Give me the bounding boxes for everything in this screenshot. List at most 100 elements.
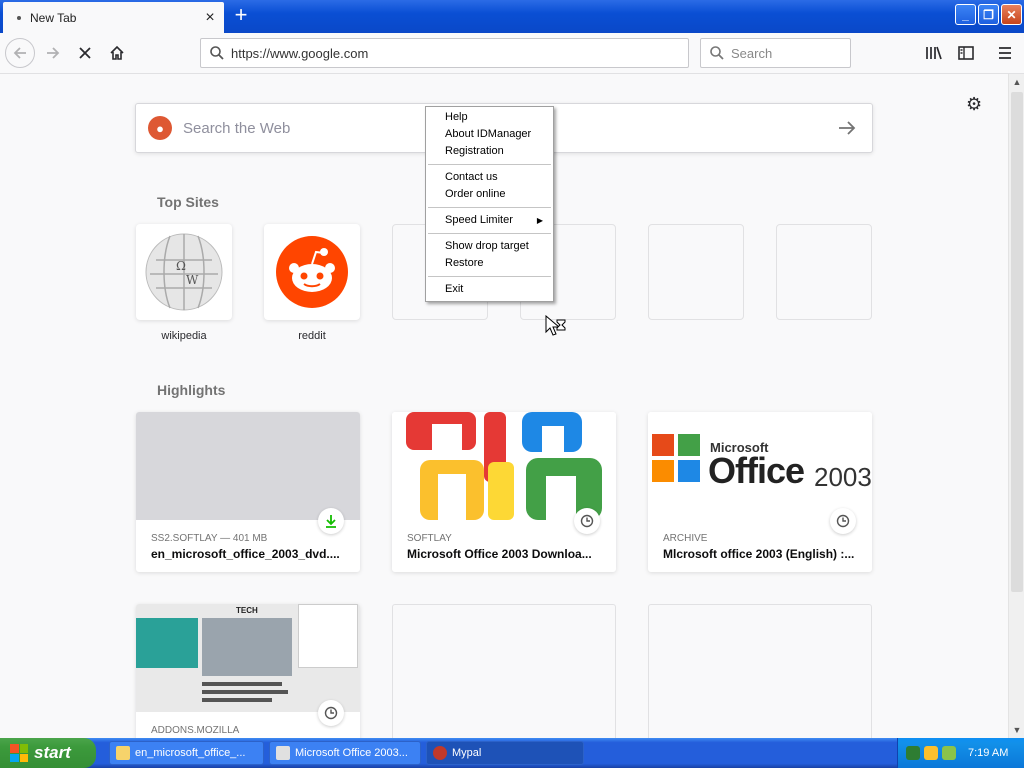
navigation-toolbar: https://www.google.com Search <box>0 33 1024 74</box>
wikipedia-tile: Ω W <box>136 224 232 320</box>
gear-icon[interactable]: ⚙ <box>966 94 982 115</box>
minimize-button[interactable]: _ <box>955 4 976 25</box>
sidebar-icon <box>958 46 974 60</box>
menu-item-restore[interactable]: Restore <box>428 255 551 272</box>
card-thumbnail: Microsoft Office 2003 <box>648 412 872 520</box>
card-thumbnail <box>392 412 616 520</box>
office-logo-year: 2003 <box>814 462 872 492</box>
highlight-card[interactable]: Microsoft Office 2003 ARCHIVE Mlcrosoft … <box>648 412 872 572</box>
task-label: Mypal <box>452 747 482 759</box>
taskbar-item-mypal[interactable]: Mypal <box>426 741 584 765</box>
back-arrow-icon <box>13 47 26 59</box>
highlight-empty <box>392 604 616 738</box>
top-site-empty <box>648 224 744 320</box>
svg-text:Ω: Ω <box>176 259 186 273</box>
highlight-card[interactable]: TECH ADDONS.MOZILLA <box>136 604 360 738</box>
highlight-empty <box>648 604 872 738</box>
tab-title: New Tab <box>30 10 77 25</box>
top-sites-heading: Top Sites <box>157 194 219 210</box>
system-tray: 7:19 AM <box>897 738 1024 768</box>
svg-text:W: W <box>186 273 199 287</box>
taskbar-item-folder[interactable]: en_microsoft_office_... <box>109 741 264 765</box>
folder-icon <box>116 746 130 760</box>
back-button[interactable] <box>5 38 35 68</box>
article-text-line <box>202 698 272 702</box>
empty-tile <box>648 224 744 320</box>
task-label: en_microsoft_office_... <box>135 747 246 759</box>
menu-item-order[interactable]: Order online <box>428 186 551 203</box>
library-icon <box>926 46 942 60</box>
highlight-card[interactable]: SOFTLAY Microsoft Office 2003 Downloa... <box>392 412 616 572</box>
idm-context-menu: Help About IDManager Registration Contac… <box>425 106 554 302</box>
menu-item-contact[interactable]: Contact us <box>428 169 551 186</box>
restore-window-button[interactable]: ❐ <box>978 4 999 25</box>
desktop: New Tab × + _ ❐ ✕ https://www.google.com… <box>0 0 1024 768</box>
wikipedia-globe-icon: Ω W <box>145 233 223 311</box>
article-text-line <box>202 682 282 686</box>
tab-close-icon[interactable]: × <box>200 8 220 28</box>
page-scrollbar[interactable]: ▲ ▼ <box>1008 74 1024 738</box>
article-text-line <box>202 690 288 694</box>
start-button[interactable]: start <box>0 738 96 768</box>
card-thumbnail <box>136 412 360 520</box>
window-icon <box>276 746 290 760</box>
library-button[interactable] <box>919 39 949 67</box>
top-site-empty <box>776 224 872 320</box>
popup-image <box>298 604 358 668</box>
card-thumbnail: TECH <box>136 604 360 712</box>
menu-item-help[interactable]: Help <box>428 109 551 126</box>
forward-button[interactable] <box>38 39 68 67</box>
search-bar[interactable]: Search <box>700 38 851 68</box>
office-2003-puzzle-image <box>406 412 602 520</box>
highlight-card[interactable]: SS2.SOFTLAY — 401 MB en_microsoft_office… <box>136 412 360 572</box>
new-tab-button[interactable]: + <box>229 4 253 28</box>
menu-item-registration[interactable]: Registration <box>428 143 551 160</box>
sidebar-button[interactable] <box>951 39 981 67</box>
close-window-button[interactable]: ✕ <box>1001 4 1022 25</box>
start-label: start <box>34 743 71 762</box>
card-title: Mlcrosoft office 2003 (English) :... <box>663 547 855 561</box>
submenu-arrow-icon: ▶ <box>536 216 543 225</box>
idm-tray-icon[interactable] <box>942 746 956 760</box>
network-icon[interactable] <box>906 746 920 760</box>
search-placeholder: Search <box>731 45 773 61</box>
reddit-tile <box>264 224 360 320</box>
menu-item-show-drop-target[interactable]: Show drop target <box>428 238 551 255</box>
office-logo-icon <box>652 434 700 482</box>
url-bar[interactable]: https://www.google.com <box>200 38 689 68</box>
scrollbar-thumb[interactable] <box>1011 92 1023 592</box>
windows-taskbar: start en_microsoft_office_... Microsoft … <box>0 738 1024 768</box>
tray-app-icon[interactable] <box>924 746 938 760</box>
top-site-wikipedia[interactable]: Ω W wikipedia <box>136 224 232 342</box>
browser-titlebar: New Tab × + _ ❐ ✕ <box>0 0 1024 33</box>
menu-item-exit[interactable]: Exit <box>428 281 551 298</box>
arrow-right-icon[interactable] <box>838 120 856 136</box>
task-label: Microsoft Office 2003... <box>295 747 408 759</box>
card-title: en_microsoft_office_2003_dvd.... <box>151 547 340 561</box>
home-button[interactable] <box>102 39 132 67</box>
menu-separator <box>428 276 551 277</box>
scroll-up-icon[interactable]: ▲ <box>1009 74 1024 90</box>
tab-new-tab[interactable]: New Tab × <box>3 2 224 33</box>
menu-item-speed-limiter[interactable]: Speed Limiter ▶ <box>428 212 551 229</box>
car-image <box>202 618 292 676</box>
mypal-icon <box>433 746 447 760</box>
stop-button[interactable] <box>70 39 100 67</box>
highlights-heading: Highlights <box>157 382 226 398</box>
download-icon <box>318 508 344 534</box>
clock[interactable]: 7:19 AM <box>968 747 1008 759</box>
reddit-logo-icon <box>276 236 348 308</box>
forward-arrow-icon <box>47 47 60 59</box>
hamburger-icon <box>999 47 1011 59</box>
top-site-reddit[interactable]: reddit <box>264 224 360 342</box>
menu-button[interactable] <box>990 39 1020 67</box>
menu-item-about[interactable]: About IDManager <box>428 126 551 143</box>
menu-separator <box>428 164 551 165</box>
home-icon <box>110 45 124 60</box>
scroll-down-icon[interactable]: ▼ <box>1009 722 1024 738</box>
tab-loading-dot <box>17 15 21 20</box>
taskbar-item-office[interactable]: Microsoft Office 2003... <box>269 741 421 765</box>
menu-item-label: Speed Limiter <box>445 214 513 226</box>
card-title: Microsoft Office 2003 Downloa... <box>407 547 592 561</box>
url-text: https://www.google.com <box>231 45 369 61</box>
